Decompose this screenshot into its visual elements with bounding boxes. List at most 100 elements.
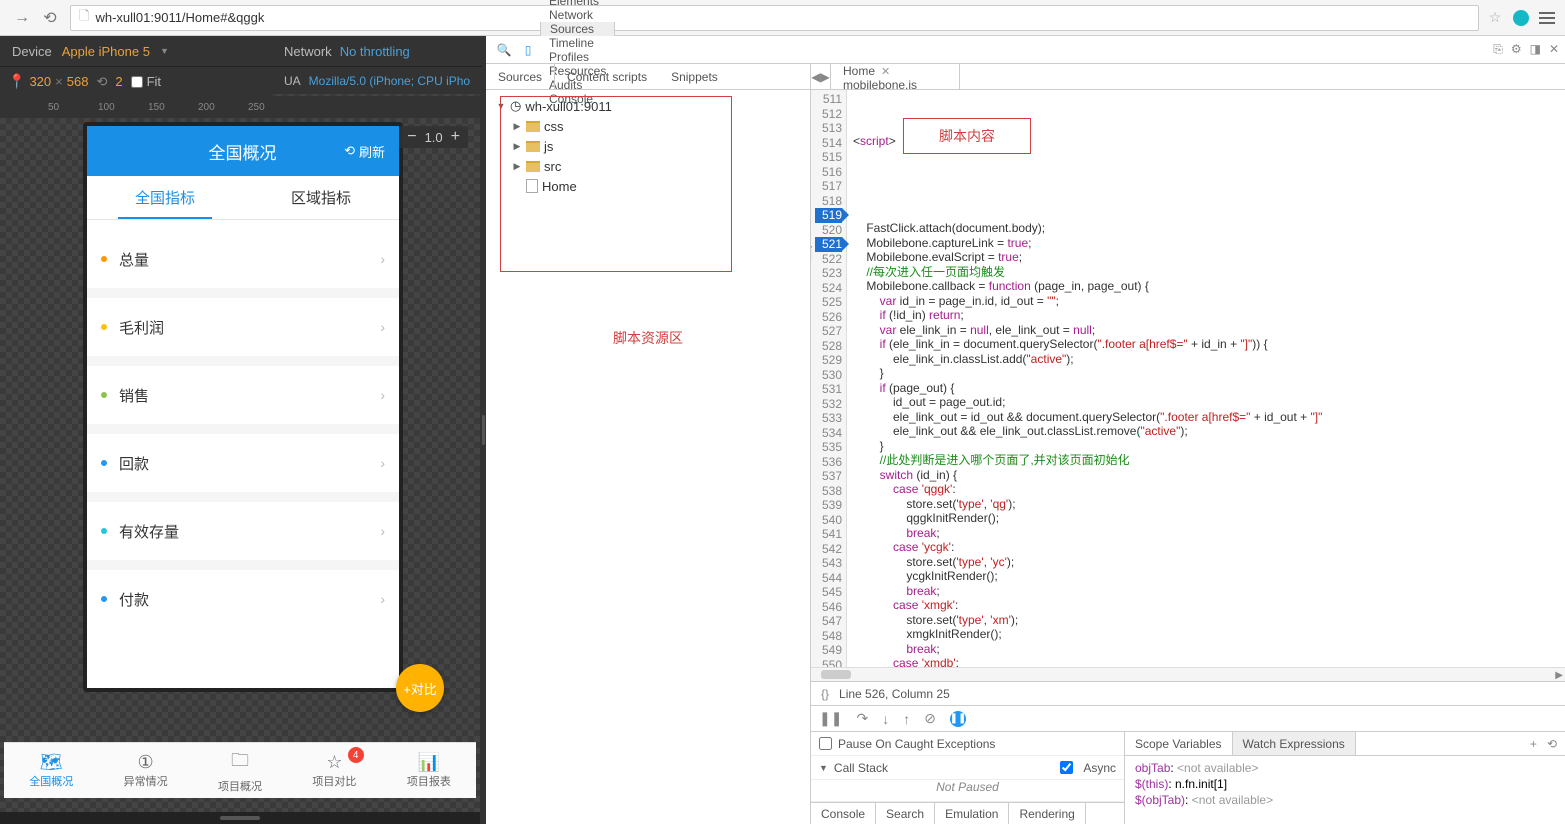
line-number[interactable]: 531 [815,382,842,397]
code-line[interactable]: case 'qggk': [853,482,1322,497]
line-number[interactable]: 522 [815,252,842,267]
code-line[interactable] [853,192,1322,207]
line-number[interactable]: 550 [815,658,842,668]
line-number[interactable]: 523 [815,266,842,281]
zoom-control[interactable]: − 1.0 + [399,126,468,148]
line-number[interactable]: 512 [815,107,842,122]
call-stack-row[interactable]: ▼Call Stack Async [811,756,1124,780]
line-number[interactable]: 526 [815,310,842,325]
tab-nav-left[interactable]: ◀▶ [811,64,831,89]
line-number[interactable]: 533 [815,411,842,426]
line-number[interactable]: 530 [815,368,842,383]
nav-report[interactable]: 📊项目报表 [382,743,476,798]
devtools-tab-elements[interactable]: Elements [540,0,615,8]
line-number[interactable]: 549 [815,643,842,658]
compare-fab[interactable]: +对比 [396,664,444,712]
drawer-tab-emulation[interactable]: Emulation [935,803,1009,824]
subtab-content-scripts[interactable]: Content scripts [555,64,659,89]
code-line[interactable]: ele_link_out = id_out && document.queryS… [853,410,1322,425]
dock-icon[interactable]: ◨ [1530,42,1541,57]
code-line[interactable]: Mobilebone.callback = function (page_in,… [853,279,1322,294]
pause-icon[interactable]: ❚❚ [819,710,842,727]
devtools-tab-network[interactable]: Network [540,8,615,22]
deactivate-bp-icon[interactable]: ⊘ [924,710,936,727]
line-number[interactable]: 538 [815,484,842,499]
line-number[interactable]: 520 [815,223,842,238]
code-line[interactable]: ycgkInitRender(); [853,569,1322,584]
nav-project[interactable]: 🗀项目概况 [193,743,287,798]
list-item[interactable]: 毛利润› [87,298,399,356]
async-checkbox[interactable]: Async [1060,761,1116,775]
device-height[interactable]: 568 [67,74,89,89]
tree-folder-css[interactable]: ▶css [492,116,804,136]
code-line[interactable] [853,163,1322,178]
pause-on-exception-icon[interactable]: ❚❚ [950,711,966,727]
list-item[interactable]: 付款› [87,570,399,628]
code-line[interactable]: if (!id_in) return; [853,308,1322,323]
code-line[interactable] [853,178,1322,193]
watch-tab[interactable]: Watch Expressions [1233,732,1356,755]
list-item[interactable]: 总量› [87,230,399,288]
reload-button[interactable]: ⟲ [36,4,64,32]
drawer-tab-search[interactable]: Search [876,803,935,824]
line-number[interactable]: 515 [815,150,842,165]
line-number[interactable]: 547 [815,614,842,629]
close-icon[interactable]: ✕ [1549,42,1559,57]
bookmark-icon[interactable]: ☆ [1485,8,1505,28]
code-line[interactable] [853,207,1322,222]
forward-button[interactable]: → [8,4,36,32]
code-line[interactable]: ele_link_out && ele_link_out.classList.r… [853,424,1322,439]
line-number[interactable]: 535 [815,440,842,455]
code-line[interactable]: qggkInitRender(); [853,511,1322,526]
line-number[interactable]: 516 [815,165,842,180]
braces-icon[interactable]: {} [821,687,829,701]
rotate-icon[interactable]: ⟲ [96,74,107,90]
code-line[interactable]: Mobilebone.captureLink = true; [853,236,1322,251]
line-number[interactable]: 541 [815,527,842,542]
code-line[interactable]: break; [853,642,1322,657]
line-number[interactable]: 517 [815,179,842,194]
line-number[interactable]: 534 [815,426,842,441]
extension-icon[interactable] [1511,8,1531,28]
code-line[interactable]: } [853,439,1322,454]
line-number[interactable]: 514 [815,136,842,151]
devtools-tab-timeline[interactable]: Timeline [540,36,615,50]
device-selector-bar[interactable]: Device Apple iPhone 5 ▼ [0,36,272,66]
watch-item[interactable]: objTab: <not available> [1135,760,1555,776]
code-line[interactable]: id_out = page_out.id; [853,395,1322,410]
step-into-icon[interactable]: ↓ [882,711,889,727]
line-number[interactable]: 518 [815,194,842,209]
list-item[interactable]: 回款› [87,434,399,492]
tab-national[interactable]: 全国指标 [87,176,243,219]
code-line[interactable]: store.set('type', 'qg'); [853,497,1322,512]
drawer-tab-console[interactable]: Console [811,803,876,824]
code-line[interactable]: FastClick.attach(document.body); [853,221,1322,236]
step-over-icon[interactable]: ↷ [856,710,868,727]
add-watch-icon[interactable]: + [1530,737,1537,751]
code-line[interactable]: break; [853,584,1322,599]
line-number[interactable]: 529 [815,353,842,368]
list-item[interactable]: 销售› [87,366,399,424]
code-line[interactable]: if (page_out) { [853,381,1322,396]
line-number[interactable]: 527 [815,324,842,339]
line-number[interactable]: 521 [815,237,842,252]
code-line[interactable]: store.set('type', 'yc'); [853,555,1322,570]
pause-exception-row[interactable]: Pause On Caught Exceptions [811,732,1124,756]
close-icon[interactable]: ✕ [881,65,890,78]
device-dpr[interactable]: 2 [115,74,122,89]
line-number[interactable]: 537 [815,469,842,484]
line-number[interactable]: 525 [815,295,842,310]
drawer-icon[interactable]: ⎘ [1493,42,1503,57]
watch-item[interactable]: $(objTab): <not available> [1135,792,1555,808]
line-number[interactable]: 540 [815,513,842,528]
code-line[interactable]: //每次进入任一页面均触发 [853,265,1322,280]
code-line[interactable]: switch (id_in) { [853,468,1322,483]
code-line[interactable]: case 'ycgk': [853,540,1322,555]
zoom-in-icon[interactable]: + [451,128,460,146]
zoom-out-icon[interactable]: − [407,128,416,146]
nav-national[interactable]: 🗺全国概况 [4,743,98,798]
fit-checkbox[interactable]: Fit [131,74,161,89]
devtools-tab-profiles[interactable]: Profiles [540,50,615,64]
code-tab[interactable]: mobilebone.js [831,78,960,90]
line-number[interactable]: 544 [815,571,842,586]
